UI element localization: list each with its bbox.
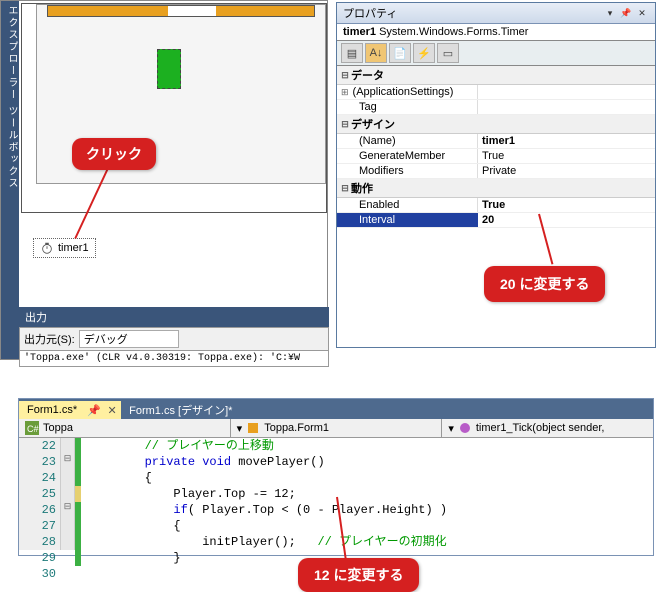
form-designer-panel: エクスプローラー ツールボックス timer1 出力 出力元(S): デバッグ … [0, 0, 328, 360]
category-behavior[interactable]: ⊟動作 [337, 179, 655, 198]
code-nav-bar: C#Toppa ▾Toppa.Form1 ▾timer1_Tick(object… [19, 419, 653, 438]
pages-icon[interactable]: ▭ [437, 43, 459, 63]
close-tab-icon[interactable]: ✕ [103, 401, 121, 419]
outline-gutter: ⊟⊟ [61, 438, 75, 550]
row-generatemember[interactable]: GenerateMemberTrue [337, 149, 655, 164]
class-icon [246, 421, 260, 435]
tray-timer-label: timer1 [58, 242, 89, 254]
nav-namespace[interactable]: C#Toppa [19, 419, 231, 437]
properties-titlebar: プロパティ ▾ 📌 ✕ [337, 3, 655, 24]
row-name[interactable]: (Name)timer1 [337, 134, 655, 149]
output-src-row: 出力元(S): デバッグ [19, 327, 329, 351]
row-interval[interactable]: Interval20 [337, 213, 655, 228]
sort-icon[interactable]: A↓ [365, 43, 387, 63]
row-tag[interactable]: Tag [337, 100, 655, 115]
change-12-callout: 12 に変更する [298, 558, 419, 592]
player-control[interactable] [157, 49, 181, 89]
output-panel: 出力 出力元(S): デバッグ 'Toppa.exe' (CLR v4.0.30… [19, 307, 329, 357]
collapse-icon[interactable]: ⊟ [339, 70, 351, 81]
click-callout: クリック [72, 138, 156, 170]
properties-grid: ⊟データ ⊞(ApplicationSettings) Tag ⊟デザイン (N… [337, 66, 655, 228]
category-design[interactable]: ⊟デザイン [337, 115, 655, 134]
code-editor-panel: Form1.cs* 📌 ✕ Form1.cs [デザイン]* C#Toppa ▾… [18, 398, 654, 556]
code-text-area[interactable]: // プレイヤーの上移動 private void movePlayer() {… [81, 438, 653, 550]
vertical-toolbox-strip[interactable]: エクスプローラー ツールボックス [1, 1, 19, 359]
collapse-icon[interactable]: ⊟ [339, 183, 351, 194]
line-number-gutter: 222324252627282930 [19, 438, 61, 550]
code-tab-strip: Form1.cs* 📌 ✕ Form1.cs [デザイン]* [19, 399, 653, 419]
output-src-select[interactable]: デバッグ [79, 330, 179, 348]
nav-class[interactable]: ▾Toppa.Form1 [231, 419, 443, 437]
dropdown-icon[interactable]: ▾ [603, 6, 617, 20]
categorize-icon[interactable]: ▤ [341, 43, 363, 63]
dropdown-icon: ▾ [448, 422, 454, 435]
collapse-icon[interactable]: ⊟ [61, 502, 74, 518]
tab-form1-cs[interactable]: Form1.cs* [19, 401, 85, 419]
output-title: 出力 [19, 307, 329, 327]
category-data[interactable]: ⊟データ [337, 66, 655, 85]
properties-object-name: timer1 [343, 26, 376, 38]
tray-timer-item[interactable]: timer1 [33, 238, 96, 258]
output-src-label: 出力元(S): [24, 331, 75, 347]
properties-object-row[interactable]: timer1 System.Windows.Forms.Timer [337, 24, 655, 41]
timer-icon [40, 241, 54, 255]
properties-object-type: System.Windows.Forms.Timer [379, 26, 528, 38]
collapse-icon[interactable]: ⊟ [339, 119, 351, 130]
properties-title-text: プロパティ [343, 5, 601, 21]
dropdown-icon: ▾ [237, 422, 243, 435]
design-canvas[interactable] [21, 3, 327, 213]
pin-icon[interactable]: 📌 [619, 6, 633, 20]
orange-bar-control[interactable] [47, 5, 315, 17]
output-log-line: 'Toppa.exe' (CLR v4.0.30319: Toppa.exe):… [19, 351, 329, 367]
tab-form1-design[interactable]: Form1.cs [デザイン]* [121, 401, 240, 419]
row-applicationsettings[interactable]: ⊞(ApplicationSettings) [337, 85, 655, 100]
events-icon[interactable]: ⚡ [413, 43, 435, 63]
nav-method[interactable]: ▾timer1_Tick(object sender, [442, 419, 653, 437]
collapse-icon[interactable]: ⊟ [61, 454, 74, 470]
row-enabled[interactable]: EnabledTrue [337, 198, 655, 213]
row-modifiers[interactable]: ModifiersPrivate [337, 164, 655, 179]
props-icon[interactable]: 📄 [389, 43, 411, 63]
csharp-icon: C# [25, 421, 39, 435]
code-body[interactable]: 222324252627282930 ⊟⊟ // プレイヤーの上移動 priva… [19, 438, 653, 550]
change-20-callout: 20 に変更する [484, 266, 605, 302]
pin-tab-icon[interactable]: 📌 [85, 401, 103, 419]
expand-icon[interactable]: ⊞ [341, 87, 349, 97]
method-icon [458, 421, 472, 435]
properties-toolbar: ▤ A↓ 📄 ⚡ ▭ [337, 41, 655, 66]
close-icon[interactable]: ✕ [635, 6, 649, 20]
component-tray: timer1 [21, 226, 327, 276]
svg-text:C#: C# [27, 424, 39, 434]
